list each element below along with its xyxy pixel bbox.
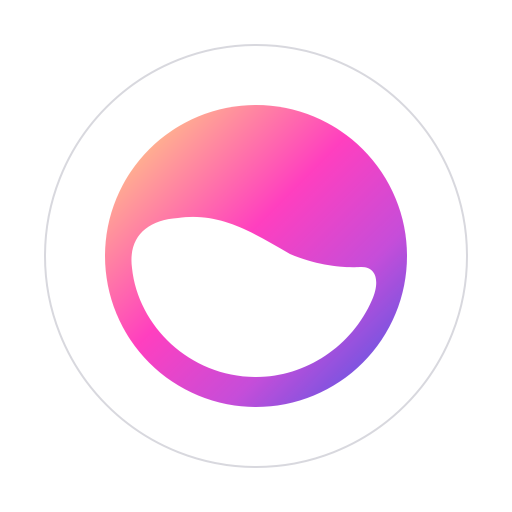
app-icon-canvas	[0, 0, 512, 512]
gradient-blob-logo-icon	[44, 44, 468, 468]
